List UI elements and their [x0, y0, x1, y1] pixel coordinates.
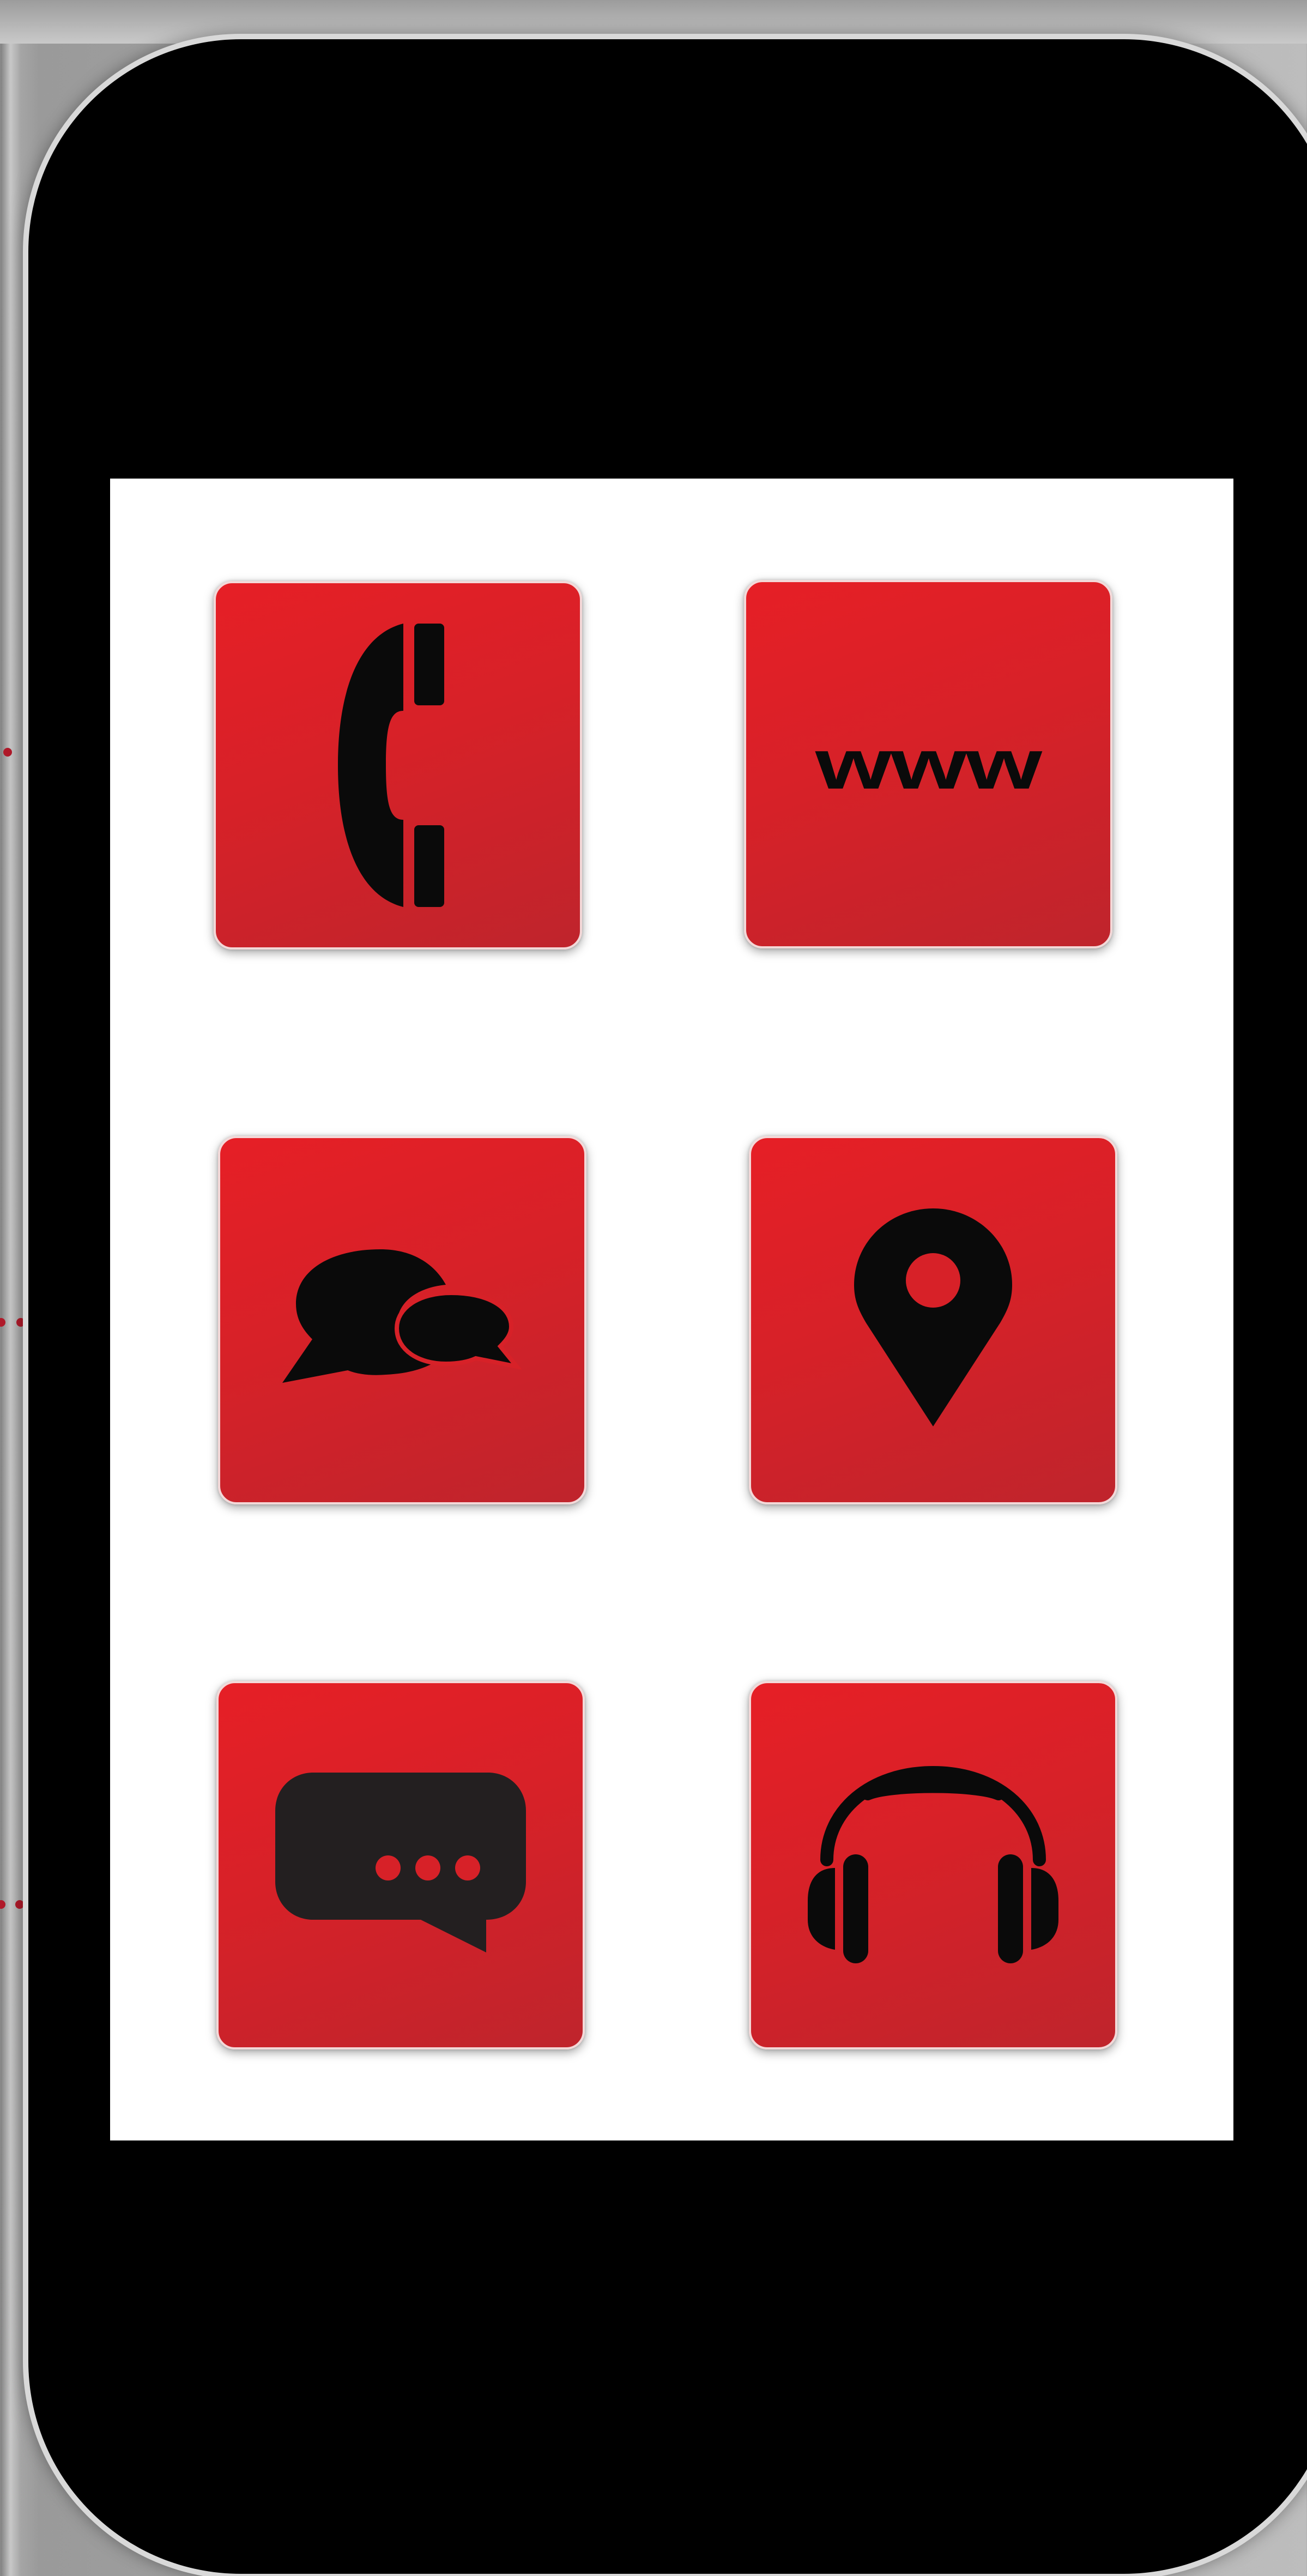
- headphones-icon: [808, 1762, 1058, 1969]
- side-dot: [0, 1900, 5, 1909]
- message-typing-icon: [273, 1773, 529, 1958]
- www-icon: www: [815, 724, 1042, 804]
- phone-handset-icon: [338, 624, 458, 907]
- map-pin-icon: [854, 1208, 1012, 1432]
- speech-bubbles-icon: [282, 1249, 522, 1391]
- audio-app-tile[interactable]: [749, 1681, 1117, 2049]
- chat-app-tile[interactable]: [218, 1136, 586, 1504]
- side-dot: [3, 748, 12, 757]
- messages-app-tile[interactable]: [216, 1681, 585, 2049]
- phone-screen: www: [110, 479, 1233, 2140]
- web-app-tile[interactable]: www: [744, 580, 1112, 948]
- location-app-tile[interactable]: [749, 1136, 1117, 1504]
- side-dot: [0, 1318, 5, 1327]
- phone-app-tile[interactable]: [214, 581, 582, 950]
